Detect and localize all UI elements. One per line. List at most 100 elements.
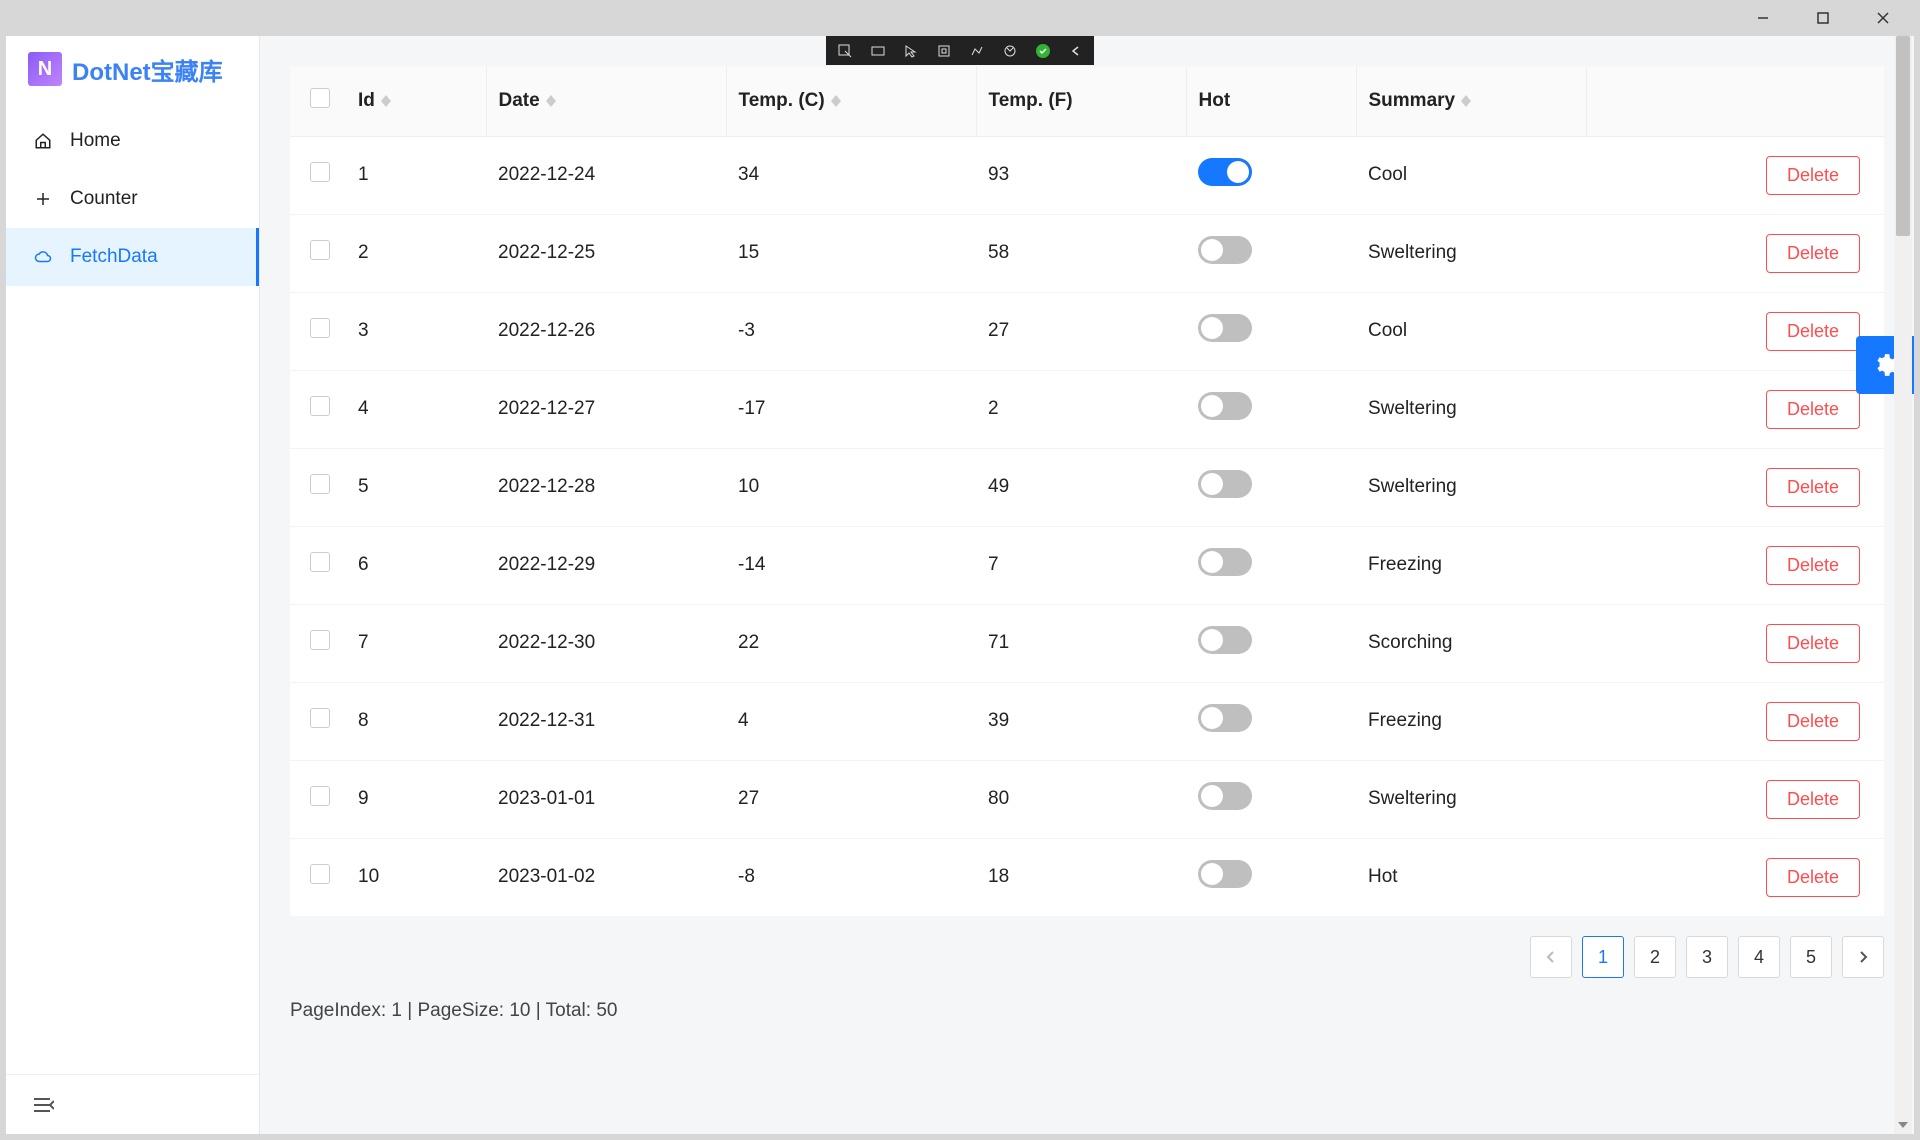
app-brand: DotNet宝藏库 [72, 52, 223, 87]
dev-inspect-icon[interactable] [828, 36, 861, 65]
delete-button[interactable]: Delete [1766, 234, 1860, 273]
dev-record-icon[interactable] [861, 36, 894, 65]
cell-date: 2022-12-26 [486, 292, 726, 370]
cell-id: 7 [346, 604, 486, 682]
row-checkbox[interactable] [310, 630, 330, 650]
column-header-hot[interactable]: Hot [1199, 90, 1231, 111]
column-header-id[interactable]: Id [358, 90, 375, 111]
pager-page-2[interactable]: 2 [1634, 936, 1676, 978]
data-table-card: Id Date Temp. (C) Temp. (F) Hot Summary … [290, 66, 1884, 916]
sidebar-item-counter[interactable]: Counter [6, 170, 259, 228]
content-area: Id Date Temp. (C) Temp. (F) Hot Summary … [260, 36, 1914, 1134]
sort-icon[interactable] [546, 95, 556, 107]
dev-status-ok-icon[interactable] [1026, 36, 1059, 65]
pager-next[interactable] [1842, 936, 1884, 978]
row-checkbox[interactable] [310, 864, 330, 884]
delete-button[interactable]: Delete [1766, 624, 1860, 663]
sort-icon[interactable] [381, 95, 391, 107]
scroll-thumb[interactable] [1896, 36, 1910, 236]
pager-page-4[interactable]: 4 [1738, 936, 1780, 978]
hot-switch[interactable] [1198, 158, 1252, 186]
sidebar-item-home[interactable]: Home [6, 112, 259, 170]
table-row: 42022-12-27-172SwelteringDelete [290, 370, 1884, 448]
delete-button[interactable]: Delete [1766, 780, 1860, 819]
hot-switch[interactable] [1198, 782, 1252, 810]
browser-scrollbar[interactable] [1894, 36, 1912, 1134]
cell-tempc: -14 [726, 526, 976, 604]
sidebar-item-fetchdata[interactable]: FetchData [6, 228, 259, 286]
cell-date: 2022-12-24 [486, 136, 726, 214]
hot-switch[interactable] [1198, 236, 1252, 264]
dev-square-icon[interactable] [927, 36, 960, 65]
dev-cursor-icon[interactable] [894, 36, 927, 65]
hot-switch[interactable] [1198, 548, 1252, 576]
cell-tempf: 80 [976, 760, 1186, 838]
dev-refresh-icon[interactable] [993, 36, 1026, 65]
row-checkbox[interactable] [310, 708, 330, 728]
cell-summary: Sweltering [1356, 760, 1586, 838]
column-header-summary[interactable]: Summary [1369, 90, 1456, 111]
cell-tempc: 27 [726, 760, 976, 838]
cell-summary: Freezing [1356, 682, 1586, 760]
sidebar-item-label: Counter [70, 188, 138, 210]
sort-icon[interactable] [1461, 95, 1471, 107]
cell-date: 2023-01-02 [486, 838, 726, 916]
delete-button[interactable]: Delete [1766, 546, 1860, 585]
row-checkbox[interactable] [310, 240, 330, 260]
delete-button[interactable]: Delete [1766, 702, 1860, 741]
cell-tempc: 22 [726, 604, 976, 682]
row-checkbox[interactable] [310, 786, 330, 806]
pager-page-5[interactable]: 5 [1790, 936, 1832, 978]
cell-id: 2 [346, 214, 486, 292]
cell-tempc: 15 [726, 214, 976, 292]
table-row: 62022-12-29-147FreezingDelete [290, 526, 1884, 604]
window-maximize-button[interactable] [1794, 0, 1852, 36]
row-checkbox[interactable] [310, 162, 330, 182]
pager-prev[interactable] [1530, 936, 1572, 978]
collapse-sidebar-icon [34, 1097, 54, 1113]
cell-tempc: 4 [726, 682, 976, 760]
sort-icon[interactable] [831, 95, 841, 107]
dev-network-icon[interactable] [960, 36, 993, 65]
hot-switch[interactable] [1198, 626, 1252, 654]
hot-switch[interactable] [1198, 392, 1252, 420]
pager-page-3[interactable]: 3 [1686, 936, 1728, 978]
delete-button[interactable]: Delete [1766, 312, 1860, 351]
sidebar: DotNet宝藏库 Home Counter FetchData [6, 36, 260, 1134]
cell-summary: Sweltering [1356, 214, 1586, 292]
hot-switch[interactable] [1198, 314, 1252, 342]
scroll-down-arrow-icon[interactable] [1894, 1116, 1912, 1134]
select-all-checkbox[interactable] [310, 88, 330, 108]
hot-switch[interactable] [1198, 860, 1252, 888]
cell-date: 2022-12-25 [486, 214, 726, 292]
app-window: DotNet宝藏库 Home Counter FetchData Id Date T… [6, 36, 1914, 1134]
column-header-tempc[interactable]: Temp. (C) [739, 90, 825, 111]
dev-collapse-icon[interactable] [1059, 36, 1092, 65]
cell-date: 2022-12-27 [486, 370, 726, 448]
cell-tempf: 49 [976, 448, 1186, 526]
row-checkbox[interactable] [310, 318, 330, 338]
column-header-tempf[interactable]: Temp. (F) [989, 90, 1073, 111]
row-checkbox[interactable] [310, 396, 330, 416]
delete-button[interactable]: Delete [1766, 858, 1860, 897]
row-checkbox[interactable] [310, 552, 330, 572]
cell-tempf: 58 [976, 214, 1186, 292]
hot-switch[interactable] [1198, 470, 1252, 498]
column-header-action [1586, 66, 1884, 136]
cell-tempf: 27 [976, 292, 1186, 370]
sidebar-item-label: Home [70, 130, 121, 152]
hot-switch[interactable] [1198, 704, 1252, 732]
row-checkbox[interactable] [310, 474, 330, 494]
window-minimize-button[interactable] [1734, 0, 1792, 36]
cell-summary: Hot [1356, 838, 1586, 916]
cell-tempf: 93 [976, 136, 1186, 214]
pager-page-1[interactable]: 1 [1582, 936, 1624, 978]
delete-button[interactable]: Delete [1766, 468, 1860, 507]
cell-summary: Sweltering [1356, 448, 1586, 526]
column-header-date[interactable]: Date [499, 90, 540, 111]
delete-button[interactable]: Delete [1766, 390, 1860, 429]
delete-button[interactable]: Delete [1766, 156, 1860, 195]
cloud-icon [34, 248, 52, 266]
sidebar-collapse-button[interactable] [6, 1074, 259, 1134]
window-close-button[interactable] [1854, 0, 1912, 36]
